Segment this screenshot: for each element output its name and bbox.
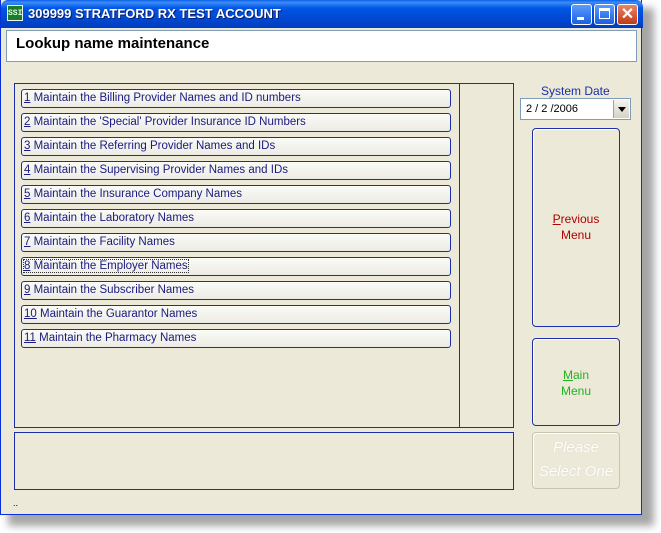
previous-menu-label-rest: revious — [560, 212, 600, 226]
main-menu-hotkey: M — [562, 368, 573, 382]
maximize-button[interactable] — [594, 4, 615, 25]
menu-item-1[interactable]: 1 Maintain the Billing Provider Names an… — [21, 89, 451, 108]
menu-item-text: Maintain the Subscriber Names — [30, 284, 195, 296]
app-window: SSI 309999 STRATFORD RX TEST ACCOUNT ✕ L… — [0, 0, 643, 515]
menu-item-label: 7 Maintain the Facility Names — [24, 236, 175, 248]
menu-item-7[interactable]: 7 Maintain the Facility Names — [21, 233, 451, 252]
close-icon: ✕ — [620, 6, 635, 23]
menu-item-label: 8 Maintain the Employer Names — [23, 259, 189, 273]
menu-item-4[interactable]: 4 Maintain the Supervising Provider Name… — [21, 161, 451, 180]
menu-item-text: Maintain the 'Special' Provider Insuranc… — [30, 116, 306, 128]
menu-item-text: Maintain the Referring Provider Names an… — [30, 140, 276, 152]
menu-item-label: 1 Maintain the Billing Provider Names an… — [24, 92, 301, 104]
menu-item-label: 5 Maintain the Insurance Company Names — [24, 188, 242, 200]
side-panel — [459, 83, 514, 428]
window-title: 309999 STRATFORD RX TEST ACCOUNT — [28, 6, 281, 21]
menu-item-text: Maintain the Supervising Provider Names … — [30, 164, 288, 176]
main-menu-button[interactable]: Main Menu — [532, 338, 620, 426]
maximize-icon — [599, 8, 610, 19]
menu-item-text: Maintain the Guarantor Names — [36, 308, 198, 320]
menu-item-number: 10 — [24, 308, 37, 320]
menu-item-10[interactable]: 10 Maintain the Guarantor Names — [21, 305, 451, 324]
main-menu-label-line2: Menu — [560, 384, 592, 398]
system-date-label: System Date — [541, 84, 610, 98]
previous-menu-hotkey: P — [552, 212, 561, 226]
system-date-value: 2 / 2 /2006 — [526, 103, 578, 115]
page-title: Lookup name maintenance — [16, 35, 210, 52]
please-select-line2: Select One — [538, 463, 614, 480]
please-select-line1: Please — [553, 439, 599, 456]
previous-menu-button[interactable]: Previous Menu — [532, 128, 620, 327]
chevron-down-icon[interactable] — [613, 100, 629, 118]
menu-item-3[interactable]: 3 Maintain the Referring Provider Names … — [21, 137, 451, 156]
system-date-select[interactable]: 2 / 2 /2006 — [520, 98, 631, 120]
please-select-one-label: Please Select One — [533, 436, 619, 484]
menu-item-label: 6 Maintain the Laboratory Names — [24, 212, 194, 224]
menu-panel — [14, 83, 460, 428]
menu-item-8[interactable]: 8 Maintain the Employer Names — [21, 257, 451, 276]
main-menu-label: Main Menu — [533, 367, 619, 399]
menu-item-9[interactable]: 9 Maintain the Subscriber Names — [21, 281, 451, 300]
status-panel — [14, 432, 514, 490]
please-select-one-button: Please Select One — [532, 432, 620, 489]
menu-item-text: Maintain the Employer Names — [30, 260, 188, 272]
minimize-icon — [577, 17, 584, 20]
menu-item-5[interactable]: 5 Maintain the Insurance Company Names — [21, 185, 451, 204]
menu-item-11[interactable]: 11 Maintain the Pharmacy Names — [21, 329, 451, 348]
minimize-button[interactable] — [571, 4, 592, 25]
title-bar[interactable]: SSI 309999 STRATFORD RX TEST ACCOUNT ✕ — [1, 0, 643, 28]
menu-item-label: 3 Maintain the Referring Provider Names … — [24, 140, 275, 152]
menu-item-label: 9 Maintain the Subscriber Names — [24, 284, 194, 296]
previous-menu-label-line2: Menu — [560, 228, 592, 242]
menu-item-text: Maintain the Facility Names — [30, 236, 175, 248]
menu-item-2[interactable]: 2 Maintain the 'Special' Provider Insura… — [21, 113, 451, 132]
status-dots: .. — [13, 498, 19, 508]
menu-item-text: Maintain the Billing Provider Names and … — [30, 92, 301, 104]
app-logo-icon: SSI — [7, 5, 23, 21]
menu-item-text: Maintain the Insurance Company Names — [30, 188, 242, 200]
main-menu-label-rest: ain — [572, 368, 589, 382]
close-button[interactable]: ✕ — [617, 4, 638, 25]
menu-item-6[interactable]: 6 Maintain the Laboratory Names — [21, 209, 451, 228]
menu-item-label: 10 Maintain the Guarantor Names — [24, 308, 197, 320]
menu-item-label: 4 Maintain the Supervising Provider Name… — [24, 164, 288, 176]
previous-menu-label: Previous Menu — [533, 211, 619, 243]
menu-item-label: 2 Maintain the 'Special' Provider Insura… — [24, 116, 306, 128]
menu-item-label: 11 Maintain the Pharmacy Names — [24, 332, 196, 344]
menu-item-text: Maintain the Pharmacy Names — [35, 332, 197, 344]
menu-item-text: Maintain the Laboratory Names — [30, 212, 195, 224]
page-header: Lookup name maintenance — [6, 30, 637, 62]
menu-item-number: 11 — [24, 332, 36, 344]
